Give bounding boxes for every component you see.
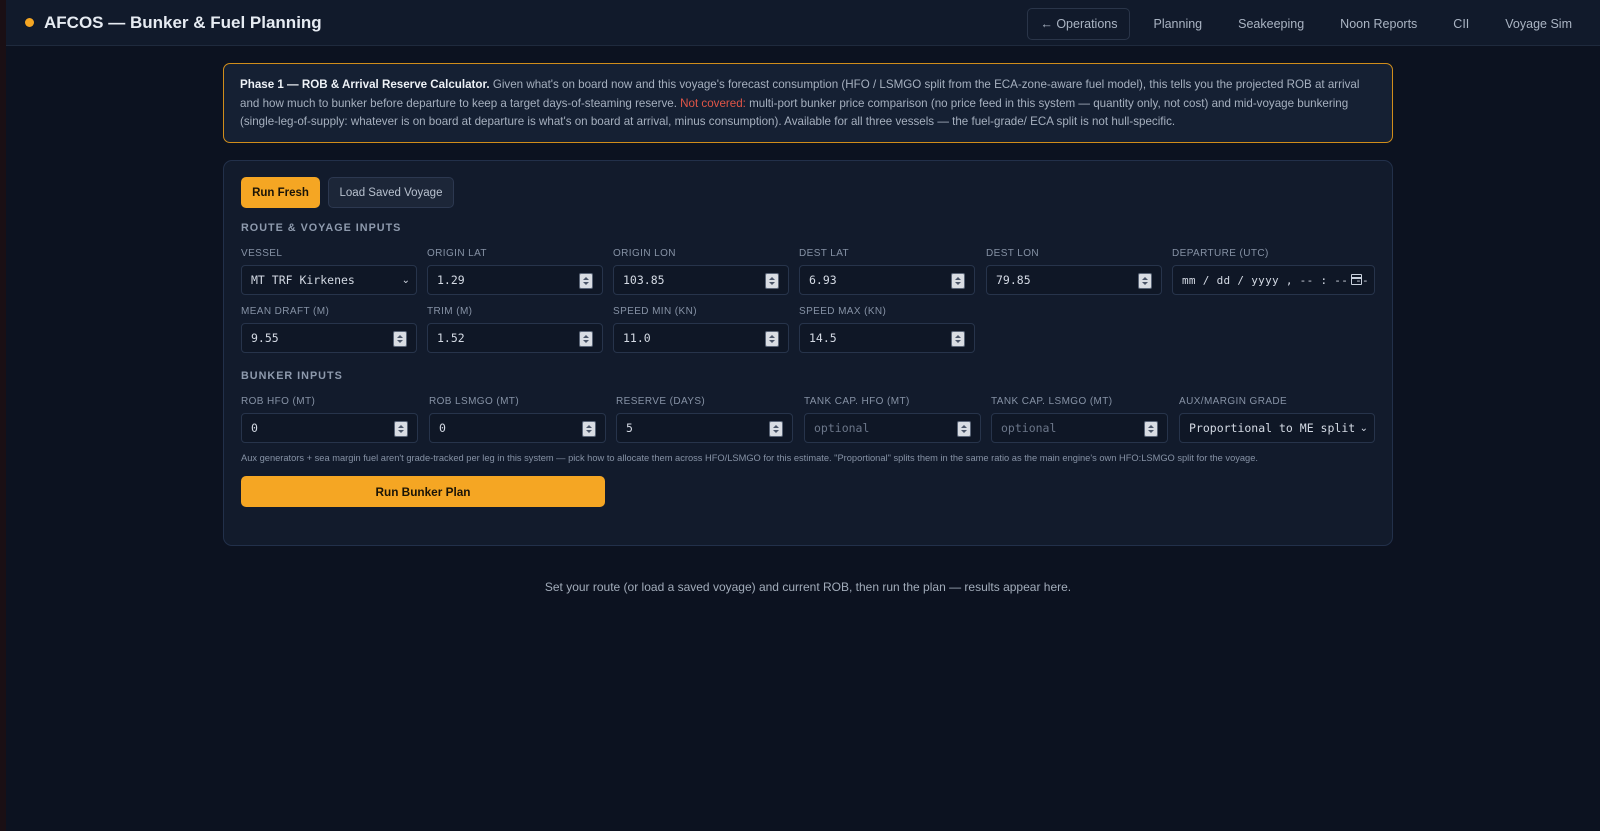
dest-lat-value: 6.93: [809, 273, 837, 287]
stepper-icon[interactable]: [765, 273, 779, 289]
nav-seakeeping[interactable]: Seakeeping: [1220, 8, 1322, 40]
stepper-icon[interactable]: [769, 421, 783, 437]
aux-grade-select[interactable]: Proportional to ME split ⌄: [1179, 413, 1375, 443]
speed-min-value: 11.0: [623, 331, 651, 345]
rob-lsmgo-input[interactable]: 0: [429, 413, 606, 443]
nav-cii[interactable]: CII: [1435, 8, 1487, 40]
window-edge: [0, 0, 6, 831]
info-notice: Phase 1 — ROB & Arrival Reserve Calculat…: [223, 63, 1393, 143]
rob-hfo-input[interactable]: 0: [241, 413, 418, 443]
top-nav: ← Operations Planning Seakeeping Noon Re…: [1027, 8, 1590, 40]
aux-grade-value: Proportional to ME split: [1189, 421, 1356, 435]
aux-hint-text: Aux generators + sea margin fuel aren't …: [241, 453, 1258, 463]
stepper-icon[interactable]: [951, 273, 965, 289]
origin-lat-value: 1.29: [437, 273, 465, 287]
trim-label: TRIM (M): [427, 306, 473, 317]
stepper-icon[interactable]: [393, 331, 407, 347]
reserve-input[interactable]: 5: [616, 413, 793, 443]
tank-hfo-placeholder: optional: [814, 421, 870, 435]
empty-state-message: Set your route (or load a saved voyage) …: [544, 580, 1072, 594]
speed-max-input[interactable]: 14.5: [799, 323, 975, 353]
origin-lat-label: ORIGIN LAT: [427, 248, 487, 259]
stepper-icon[interactable]: [765, 331, 779, 347]
nav-operations[interactable]: ← Operations: [1027, 8, 1131, 40]
stepper-icon[interactable]: [394, 421, 408, 437]
departure-input[interactable]: mm / dd / yyyy , -- : -- --: [1172, 265, 1375, 295]
tank-hfo-label: TANK CAP. HFO (MT): [804, 396, 910, 407]
dest-lat-input[interactable]: 6.93: [799, 265, 975, 295]
stepper-icon[interactable]: [1138, 273, 1152, 289]
planner-panel: Run Fresh Load Saved Voyage ROUTE & VOYA…: [223, 160, 1393, 546]
rob-hfo-label: ROB HFO (MT): [241, 396, 316, 407]
nav-planning[interactable]: Planning: [1135, 8, 1220, 40]
speed-min-label: SPEED MIN (KN): [613, 306, 697, 317]
speed-min-input[interactable]: 11.0: [613, 323, 789, 353]
speed-max-value: 14.5: [809, 331, 837, 345]
route-section-title: ROUTE & VOYAGE INPUTS: [241, 222, 402, 234]
stepper-icon[interactable]: [957, 421, 971, 437]
nav-noon-reports[interactable]: Noon Reports: [1322, 8, 1435, 40]
stepper-icon[interactable]: [1144, 421, 1158, 437]
origin-lon-input[interactable]: 103.85: [613, 265, 789, 295]
vessel-label: VESSEL: [241, 248, 283, 259]
status-dot-icon: [25, 18, 34, 27]
mean-draft-label: MEAN DRAFT (M): [241, 306, 330, 317]
stepper-icon[interactable]: [582, 421, 596, 437]
rob-lsmgo-label: ROB LSMGO (MT): [429, 396, 520, 407]
reserve-value: 5: [626, 421, 633, 435]
calendar-icon[interactable]: [1351, 274, 1362, 285]
dest-lat-label: DEST LAT: [799, 248, 850, 259]
trim-input[interactable]: 1.52: [427, 323, 603, 353]
stepper-icon[interactable]: [579, 331, 593, 347]
vessel-select[interactable]: MT TRF Kirkenes ⌄: [241, 265, 417, 295]
trim-value: 1.52: [437, 331, 465, 345]
origin-lon-value: 103.85: [623, 273, 665, 287]
dest-lon-value: 79.85: [996, 273, 1031, 287]
bunker-section-title: BUNKER INPUTS: [241, 370, 343, 382]
chevron-down-icon: ⌄: [1359, 423, 1368, 434]
app-title: AFCOS — Bunker & Fuel Planning: [44, 12, 322, 32]
stepper-icon[interactable]: [951, 331, 965, 347]
tank-lsmgo-input[interactable]: optional: [991, 413, 1168, 443]
mean-draft-value: 9.55: [251, 331, 279, 345]
brand: AFCOS — Bunker & Fuel Planning: [25, 13, 322, 33]
mean-draft-input[interactable]: 9.55: [241, 323, 417, 353]
reserve-label: RESERVE (DAYS): [616, 396, 706, 407]
dest-lon-input[interactable]: 79.85: [986, 265, 1162, 295]
origin-lon-label: ORIGIN LON: [613, 248, 676, 259]
rob-lsmgo-value: 0: [439, 421, 446, 435]
stepper-icon[interactable]: [579, 273, 593, 289]
speed-max-label: SPEED MAX (KN): [799, 306, 887, 317]
run-bunker-plan-button[interactable]: Run Bunker Plan: [241, 476, 605, 507]
notice-warning: Not covered:: [680, 96, 746, 110]
run-fresh-tab[interactable]: Run Fresh: [241, 177, 320, 208]
tank-hfo-input[interactable]: optional: [804, 413, 981, 443]
dest-lon-label: DEST LON: [986, 248, 1040, 259]
app-header: AFCOS — Bunker & Fuel Planning ← Operati…: [6, 0, 1600, 46]
departure-value: mm / dd / yyyy , -- : -- --: [1182, 273, 1369, 287]
tank-lsmgo-label: TANK CAP. LSMGO (MT): [991, 396, 1113, 407]
chevron-down-icon: ⌄: [401, 275, 410, 286]
origin-lat-input[interactable]: 1.29: [427, 265, 603, 295]
load-saved-voyage-tab[interactable]: Load Saved Voyage: [328, 177, 454, 208]
tank-lsmgo-placeholder: optional: [1001, 421, 1057, 435]
aux-grade-label: AUX/MARGIN GRADE: [1179, 396, 1288, 407]
notice-title: Phase 1 — ROB & Arrival Reserve Calculat…: [240, 78, 490, 91]
nav-voyage-sim[interactable]: Voyage Sim: [1487, 8, 1590, 40]
rob-hfo-value: 0: [251, 421, 258, 435]
vessel-value: MT TRF Kirkenes: [251, 273, 355, 287]
departure-label: DEPARTURE (UTC): [1172, 248, 1269, 259]
